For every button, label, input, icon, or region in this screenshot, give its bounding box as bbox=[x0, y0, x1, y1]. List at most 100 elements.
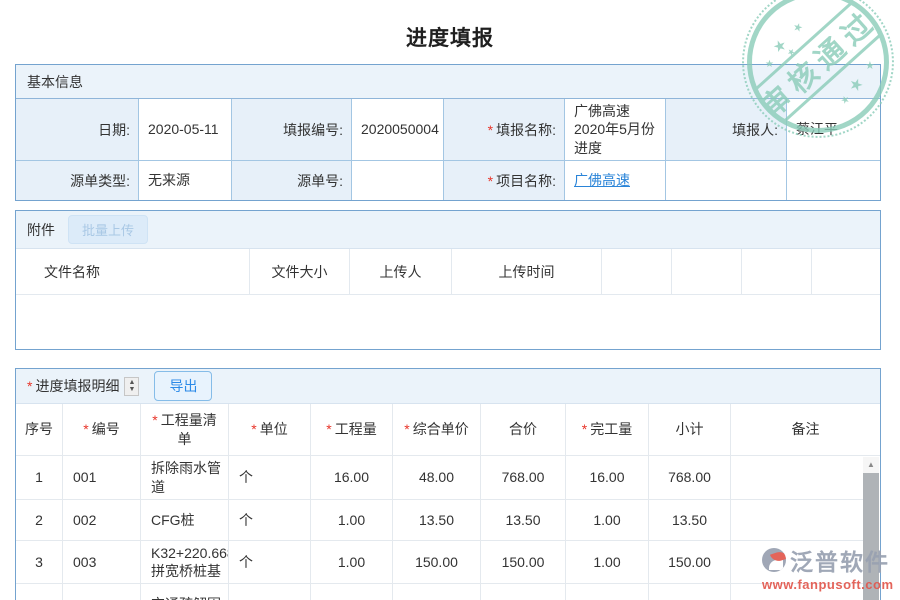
cell-seq bbox=[16, 584, 63, 600]
detail-header-bar: * 进度填报明细 ▲ ▼ 导出 bbox=[16, 369, 880, 404]
source-no-label: 源单号: bbox=[231, 160, 351, 200]
project-name-label: *项目名称: bbox=[443, 160, 564, 200]
cell-price: 13.50 bbox=[393, 500, 481, 541]
cell-price: 48.00 bbox=[393, 456, 481, 500]
cell-item: 拆除雨水管道 bbox=[141, 456, 229, 500]
spinner-down-icon: ▼ bbox=[128, 386, 135, 393]
cell-qty: 16.00 bbox=[311, 456, 393, 500]
cell-subtotal bbox=[649, 584, 731, 600]
attachments-header: 附件 批量上传 bbox=[16, 211, 880, 248]
cell-item: 交通疏解围 bbox=[141, 584, 229, 600]
attachments-column-header: 文件名称 文件大小 上传人 上传时间 bbox=[16, 248, 880, 295]
cell-qty: 1.00 bbox=[311, 541, 393, 584]
vertical-scrollbar[interactable]: ▲ bbox=[863, 457, 879, 600]
project-name-value: 广佛高速 bbox=[564, 160, 665, 200]
col-empty bbox=[742, 249, 812, 295]
source-no-value bbox=[351, 160, 443, 200]
batch-upload-button[interactable]: 批量上传 bbox=[68, 215, 148, 244]
report-name-label: *填报名称: bbox=[443, 99, 564, 160]
detail-title: 进度填报明细 bbox=[35, 376, 119, 396]
col-code: *编号 bbox=[63, 404, 141, 456]
export-button[interactable]: 导出 bbox=[154, 371, 212, 401]
required-asterisk: * bbox=[488, 173, 493, 189]
required-asterisk: * bbox=[404, 420, 409, 438]
required-asterisk: * bbox=[152, 412, 157, 428]
cell-seq: 3 bbox=[16, 541, 63, 584]
cell-done: 1.00 bbox=[566, 541, 649, 584]
report-no-value: 2020050004 bbox=[351, 99, 443, 160]
col-total: 合价 bbox=[481, 404, 566, 456]
cell-done bbox=[566, 584, 649, 600]
cell-done: 16.00 bbox=[566, 456, 649, 500]
project-link[interactable]: 广佛高速 bbox=[574, 171, 630, 189]
col-upload-time: 上传时间 bbox=[452, 249, 602, 295]
cell-unit: 个 bbox=[229, 541, 311, 584]
required-asterisk: * bbox=[83, 420, 88, 438]
attachments-section: 附件 批量上传 文件名称 文件大小 上传人 上传时间 bbox=[15, 210, 881, 350]
col-remark: 备注 bbox=[731, 404, 880, 456]
cell-code: 002 bbox=[63, 500, 141, 541]
empty-cell bbox=[786, 160, 880, 200]
col-subtotal: 小计 bbox=[649, 404, 731, 456]
page-title: 进度填报 bbox=[0, 22, 900, 52]
report-name-value: 广佛高速2020年5月份进度 bbox=[564, 99, 665, 160]
scrollbar-thumb[interactable] bbox=[863, 473, 879, 600]
cell-seq: 2 bbox=[16, 500, 63, 541]
cell-remark bbox=[731, 456, 863, 500]
required-asterisk: * bbox=[582, 420, 587, 438]
col-uploader: 上传人 bbox=[350, 249, 452, 295]
spinner-up-icon: ▲ bbox=[128, 379, 135, 386]
detail-column-header: 序号 *编号 *工程量清单 *单位 *工程量 *综合单价 合价 *完工量 小计 … bbox=[16, 404, 880, 456]
cell-item: K32+220.668拼宽桥桩基 bbox=[141, 541, 229, 584]
required-asterisk: * bbox=[488, 122, 493, 138]
cell-price: 150.00 bbox=[393, 541, 481, 584]
detail-body: 1 001 拆除雨水管道 个 16.00 48.00 768.00 16.00 … bbox=[16, 456, 863, 600]
table-row: 交通疏解围 bbox=[16, 584, 863, 600]
col-price: *综合单价 bbox=[393, 404, 481, 456]
cell-code: 003 bbox=[63, 541, 141, 584]
report-no-label: 填报编号: bbox=[231, 99, 351, 160]
col-done: *完工量 bbox=[566, 404, 649, 456]
cell-qty bbox=[311, 584, 393, 600]
cell-subtotal: 150.00 bbox=[649, 541, 731, 584]
cell-remark bbox=[731, 584, 863, 600]
required-asterisk: * bbox=[326, 420, 331, 438]
col-empty bbox=[672, 249, 742, 295]
cell-total: 768.00 bbox=[481, 456, 566, 500]
table-row: 3 003 K32+220.668拼宽桥桩基 个 1.00 150.00 150… bbox=[16, 541, 863, 584]
filler-label: 填报人: bbox=[665, 99, 786, 160]
col-item: *工程量清单 bbox=[141, 404, 229, 456]
cell-remark bbox=[731, 541, 863, 584]
table-row: 2 002 CFG桩 个 1.00 13.50 13.50 1.00 13.50 bbox=[16, 500, 863, 541]
attachments-empty-body bbox=[16, 295, 880, 349]
detail-section: * 进度填报明细 ▲ ▼ 导出 序号 *编号 *工程量清单 *单位 *工程量 *… bbox=[15, 368, 881, 600]
required-asterisk: * bbox=[27, 378, 32, 394]
cell-total bbox=[481, 584, 566, 600]
table-row: 1 001 拆除雨水管道 个 16.00 48.00 768.00 16.00 … bbox=[16, 456, 863, 500]
empty-cell bbox=[665, 160, 786, 200]
cell-subtotal: 768.00 bbox=[649, 456, 731, 500]
cell-code: 001 bbox=[63, 456, 141, 500]
col-seq: 序号 bbox=[16, 404, 63, 456]
cell-total: 150.00 bbox=[481, 541, 566, 584]
col-empty bbox=[602, 249, 672, 295]
col-qty: *工程量 bbox=[311, 404, 393, 456]
cell-unit: 个 bbox=[229, 500, 311, 541]
cell-seq: 1 bbox=[16, 456, 63, 500]
basic-info-header: 基本信息 bbox=[16, 65, 880, 99]
scroll-up-button[interactable]: ▲ bbox=[863, 457, 879, 473]
col-unit: *单位 bbox=[229, 404, 311, 456]
required-asterisk: * bbox=[251, 420, 256, 438]
cell-qty: 1.00 bbox=[311, 500, 393, 541]
col-file-size: 文件大小 bbox=[250, 249, 350, 295]
sort-spinner[interactable]: ▲ ▼ bbox=[124, 377, 139, 396]
cell-item: CFG桩 bbox=[141, 500, 229, 541]
cell-code bbox=[63, 584, 141, 600]
col-file-name: 文件名称 bbox=[16, 249, 250, 295]
cell-subtotal: 13.50 bbox=[649, 500, 731, 541]
filler-value: 蔡江平 bbox=[786, 99, 880, 160]
source-type-label: 源单类型: bbox=[16, 160, 138, 200]
attachments-title: 附件 bbox=[27, 220, 55, 240]
source-type-value: 无来源 bbox=[138, 160, 231, 200]
date-label: 日期: bbox=[16, 99, 138, 160]
